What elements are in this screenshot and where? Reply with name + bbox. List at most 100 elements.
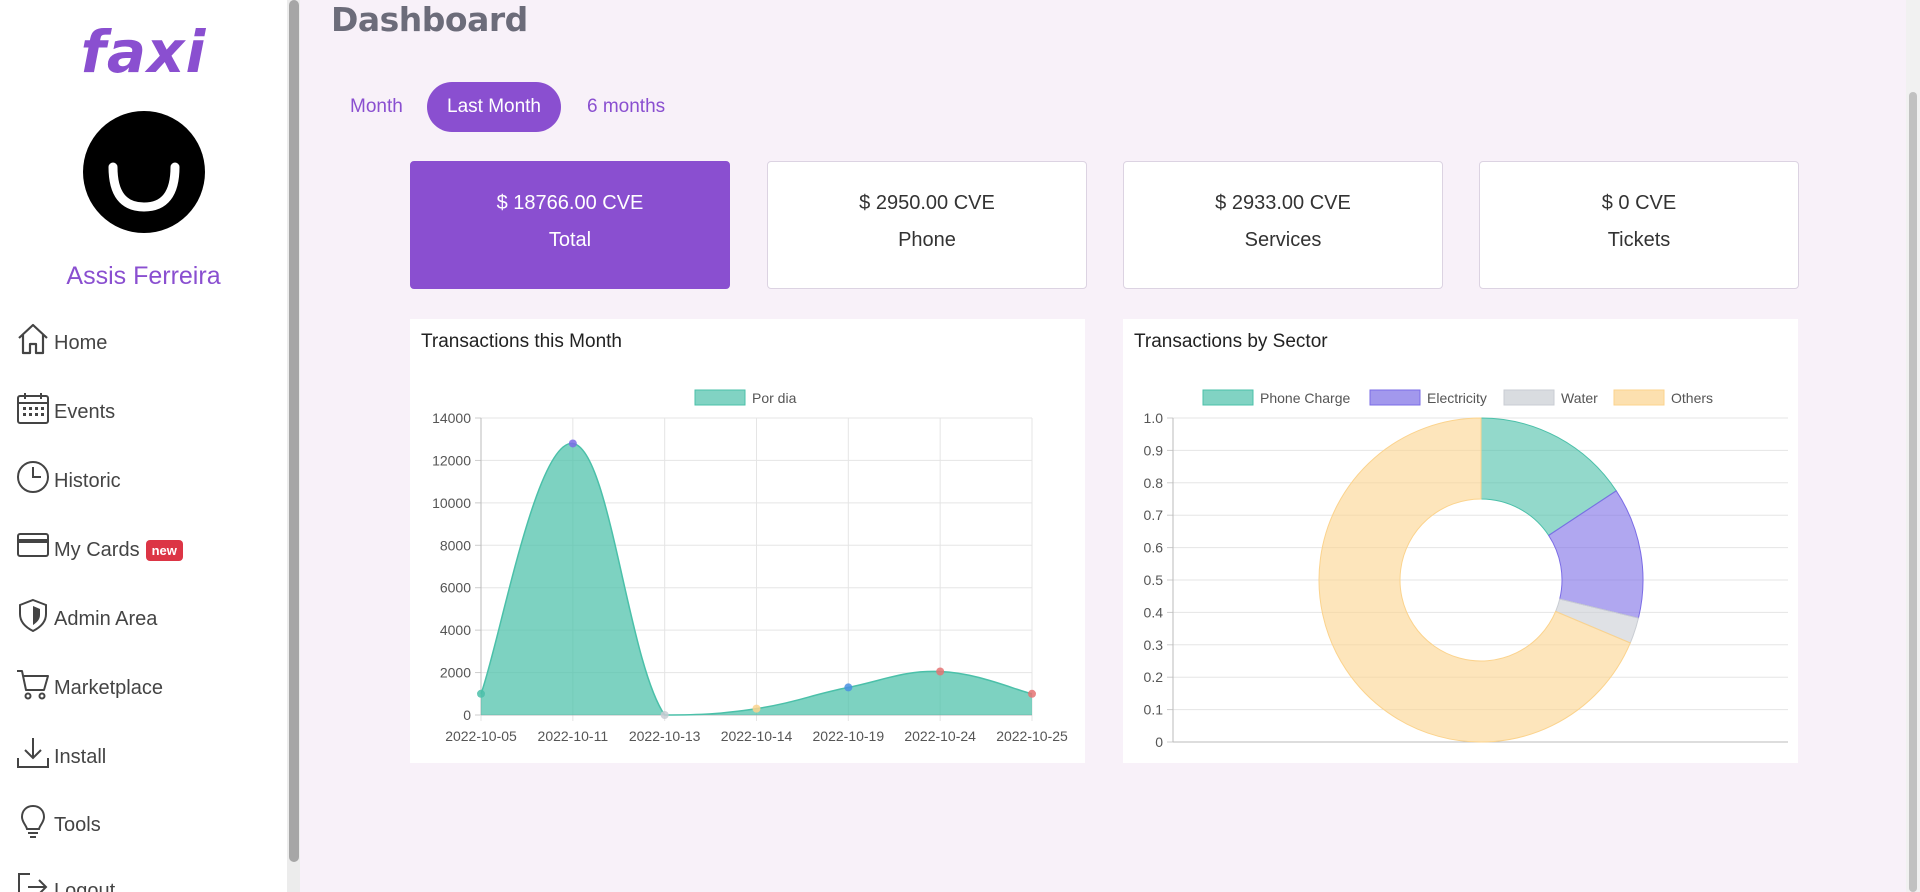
data-point bbox=[477, 689, 485, 698]
chart-legend: Por dia bbox=[694, 389, 797, 406]
y-tick-label: 14000 bbox=[432, 410, 471, 426]
data-point bbox=[568, 439, 577, 448]
tab-6-months[interactable]: 6 months bbox=[567, 82, 685, 132]
y-tick-label: 0 bbox=[463, 707, 471, 723]
page-title: Dashboard bbox=[331, 0, 528, 39]
shield-icon bbox=[16, 598, 52, 634]
sidebar-item-label: Admin Area bbox=[54, 607, 158, 630]
y-tick-label: 10000 bbox=[432, 495, 471, 511]
y-tick-label: 0.1 bbox=[1144, 702, 1164, 718]
sidebar-item-logout[interactable]: Logout bbox=[16, 868, 115, 892]
sidebar-item-label: Events bbox=[54, 400, 116, 423]
stat-card-total[interactable]: $ 18766.00 CVE Total bbox=[410, 161, 730, 289]
stat-value: $ 2933.00 CVE bbox=[1215, 192, 1351, 214]
y-tick-label: 0 bbox=[1155, 734, 1163, 750]
y-tick-label: 2000 bbox=[440, 665, 471, 681]
avatar[interactable] bbox=[83, 111, 205, 233]
download-icon bbox=[16, 736, 52, 772]
y-tick-label: 1.0 bbox=[1144, 410, 1164, 426]
tab-month[interactable]: Month bbox=[330, 82, 423, 132]
new-badge: new bbox=[145, 539, 183, 561]
data-point bbox=[660, 711, 669, 719]
y-tick-label: 0.6 bbox=[1144, 540, 1164, 556]
sidebar-item-historic[interactable]: Historic bbox=[16, 458, 121, 498]
x-tick-label: 2022-10-19 bbox=[813, 728, 885, 744]
logout-icon bbox=[16, 870, 52, 892]
x-tick-label: 2022-10-14 bbox=[721, 728, 793, 744]
stat-label: Phone bbox=[898, 229, 956, 251]
sidebar-item-admin-area[interactable]: Admin Area bbox=[16, 596, 157, 636]
panel-transactions-month: Por dia 0 2000 4000 6000 8000 10000 12000 14000 2… bbox=[410, 319, 1085, 763]
stat-card-phone[interactable]: $ 2950.00 CVE Phone bbox=[767, 161, 1087, 289]
legend-swatch bbox=[1503, 389, 1555, 406]
x-tick-label: 2022-10-11 bbox=[538, 728, 609, 744]
sidebar-item-install[interactable]: Install bbox=[16, 734, 106, 774]
sidebar-item-label: Install bbox=[54, 745, 107, 768]
stat-value: $ 2950.00 CVE bbox=[859, 192, 995, 214]
sidebar-item-label: Tools bbox=[54, 813, 101, 836]
stat-label: Services bbox=[1244, 229, 1322, 251]
calendar-icon bbox=[16, 391, 52, 427]
data-point bbox=[1028, 689, 1036, 698]
panel-transactions-sector: Phone Charge Electricity Water Others 0 0.1 0.… bbox=[1123, 319, 1798, 763]
legend-swatch bbox=[1202, 389, 1254, 406]
app-logo[interactable]: faxi bbox=[0, 18, 287, 86]
sidebar-item-events[interactable]: Events bbox=[16, 389, 115, 429]
main-scrollbar[interactable] bbox=[1906, 0, 1920, 892]
main-scrollbar-thumb[interactable] bbox=[1909, 92, 1917, 892]
legend-label: Electricity bbox=[1427, 390, 1487, 406]
stat-value: $ 0 CVE bbox=[1601, 192, 1677, 214]
legend-swatch bbox=[694, 389, 746, 406]
y-tick-label: 4000 bbox=[440, 622, 471, 638]
stat-label: Tickets bbox=[1607, 229, 1671, 251]
tab-last-month[interactable]: Last Month bbox=[427, 82, 561, 132]
sidebar-scrollbar[interactable] bbox=[287, 0, 300, 892]
x-tick-label: 2022-10-13 bbox=[629, 728, 701, 744]
sidebar-item-label: Historic bbox=[54, 469, 121, 492]
lightbulb-icon bbox=[16, 804, 52, 840]
sidebar-item-home[interactable]: Home bbox=[16, 320, 107, 360]
legend-label: Water bbox=[1561, 390, 1598, 406]
chart-legend: Phone Charge Electricity Water Others bbox=[1202, 389, 1713, 406]
legend-swatch bbox=[1369, 389, 1421, 406]
x-tick-label: 2022-10-05 bbox=[445, 728, 517, 744]
smiley-avatar-icon bbox=[108, 162, 180, 212]
stat-label: Total bbox=[548, 229, 592, 251]
area-chart[interactable]: Por dia 0 2000 4000 6000 8000 10000 12000 14000 2… bbox=[410, 319, 1085, 763]
x-tick-label: 2022-10-24 bbox=[904, 728, 976, 744]
sidebar-item-tools[interactable]: Tools bbox=[16, 802, 101, 842]
legend-label: Por dia bbox=[752, 390, 797, 406]
y-tick-label: 0.8 bbox=[1144, 475, 1164, 491]
clock-icon bbox=[16, 460, 52, 496]
doughnut-chart[interactable]: Phone Charge Electricity Water Others 0 0.1 0.… bbox=[1123, 319, 1798, 763]
data-point bbox=[844, 683, 853, 692]
sidebar-scrollbar-thumb[interactable] bbox=[289, 0, 299, 862]
panel-title: Transactions this Month bbox=[421, 331, 622, 352]
y-tick-label: 0.2 bbox=[1144, 669, 1164, 685]
data-point bbox=[752, 704, 761, 713]
x-tick-label: 2022-10-25 bbox=[996, 728, 1068, 744]
cart-icon bbox=[16, 667, 52, 703]
sidebar-item-label: My Cards bbox=[54, 538, 140, 561]
legend-label: Others bbox=[1671, 390, 1713, 406]
y-tick-label: 0.3 bbox=[1144, 637, 1164, 653]
sidebar-item-label: Logout bbox=[54, 879, 116, 892]
panel-title: Transactions by Sector bbox=[1134, 331, 1328, 352]
credit-card-icon bbox=[16, 529, 52, 565]
sidebar-item-label: Home bbox=[54, 331, 108, 354]
y-tick-label: 6000 bbox=[440, 580, 471, 596]
sidebar-item-my-cards[interactable]: My Cards new bbox=[16, 527, 183, 567]
sidebar: faxi Assis Ferreira Home Events Historic… bbox=[0, 0, 287, 892]
y-tick-label: 0.7 bbox=[1144, 507, 1164, 523]
stat-card-tickets[interactable]: $ 0 CVE Tickets bbox=[1479, 161, 1799, 289]
user-name[interactable]: Assis Ferreira bbox=[0, 262, 287, 291]
sidebar-item-label: Marketplace bbox=[54, 676, 163, 699]
y-tick-label: 0.5 bbox=[1144, 572, 1164, 588]
stat-card-services[interactable]: $ 2933.00 CVE Services bbox=[1123, 161, 1443, 289]
legend-swatch bbox=[1613, 389, 1665, 406]
legend-label: Phone Charge bbox=[1260, 390, 1351, 406]
y-tick-label: 12000 bbox=[432, 452, 471, 468]
y-tick-label: 8000 bbox=[440, 537, 471, 553]
stat-value: $ 18766.00 CVE bbox=[496, 192, 644, 214]
sidebar-item-marketplace[interactable]: Marketplace bbox=[16, 665, 163, 705]
